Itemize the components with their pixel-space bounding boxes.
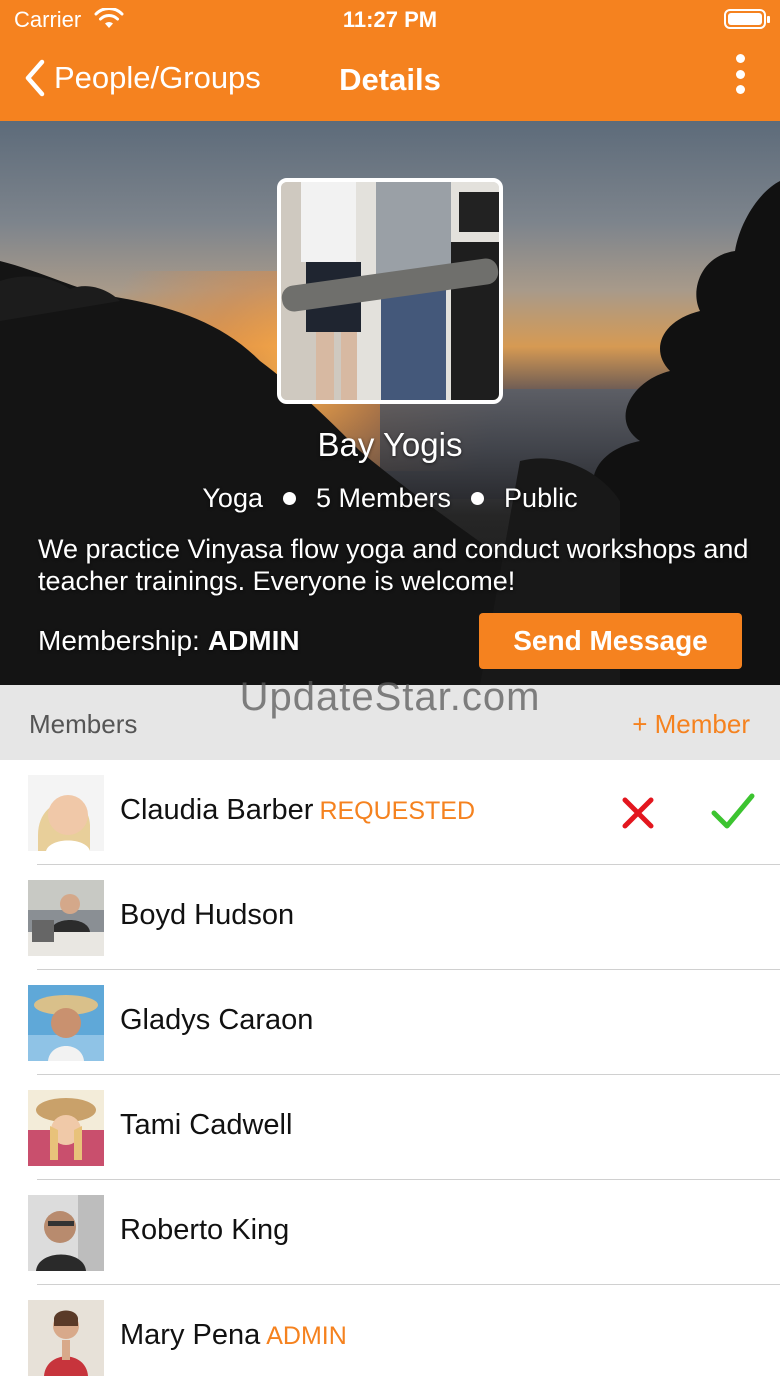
avatar <box>28 1300 104 1376</box>
x-icon[interactable] <box>620 795 656 831</box>
status-time: 11:27 PM <box>342 7 438 32</box>
battery-icon <box>724 9 770 29</box>
chevron-left-icon <box>25 59 45 97</box>
avatar <box>28 880 104 956</box>
member-name: Gladys Caraon <box>120 1004 314 1036</box>
more-vertical-icon[interactable] <box>732 54 748 94</box>
avatar <box>28 1195 104 1271</box>
bullet-separator <box>471 492 485 505</box>
admin-badge: ADMIN <box>266 1322 347 1350</box>
avatar <box>28 1090 104 1166</box>
member-row[interactable]: Gladys Caraon <box>0 970 780 1075</box>
member-name: Boyd Hudson <box>120 899 295 931</box>
member-name: Tami Cadwell <box>120 1109 293 1141</box>
group-name: Bay Yogis <box>317 426 463 463</box>
avatar <box>28 775 104 851</box>
group-hero: Bay Yogis Yoga 5 Members Public We pract… <box>0 121 780 685</box>
group-member-count: 5 Members <box>316 483 452 513</box>
status-bar: Carrier 11:27 PM <box>0 0 780 40</box>
back-label: People/Groups <box>54 60 261 95</box>
group-meta: Yoga 5 Members Public <box>0 483 780 514</box>
group-description: We practice Vinyasa flow yoga and conduc… <box>38 534 749 596</box>
member-row[interactable]: Claudia Barber REQUESTED <box>0 760 780 865</box>
navigation-bar: People/Groups Details <box>0 40 780 121</box>
send-message-button[interactable]: Send Message <box>479 613 742 669</box>
group-photo[interactable] <box>277 178 503 404</box>
member-name: Claudia Barber REQUESTED <box>120 794 476 826</box>
member-row[interactable]: Boyd Hudson <box>0 865 780 970</box>
member-row[interactable]: Tami Cadwell <box>0 1075 780 1180</box>
membership-label: Membership: <box>38 625 200 656</box>
avatar <box>28 985 104 1061</box>
group-visibility: Public <box>504 483 578 513</box>
add-member-button[interactable]: + Member <box>632 709 750 740</box>
group-category: Yoga <box>202 483 263 513</box>
members-section-header: Members + Member <box>0 685 780 760</box>
back-button[interactable]: People/Groups <box>22 58 261 98</box>
group-photo-image <box>281 182 499 400</box>
members-title: Members <box>29 709 138 739</box>
membership-role: ADMIN <box>207 625 300 656</box>
member-name: Mary Pena ADMIN <box>120 1319 347 1351</box>
member-row[interactable]: Roberto King <box>0 1180 780 1285</box>
member-name: Roberto King <box>120 1214 290 1246</box>
member-row[interactable]: Mary Pena ADMIN <box>0 1285 780 1387</box>
check-icon[interactable] <box>710 791 756 831</box>
bullet-separator <box>283 492 296 505</box>
membership-status: Membership: ADMIN <box>38 625 300 657</box>
requested-badge: REQUESTED <box>319 797 476 825</box>
top-bar: Carrier 11:27 PM People/Groups Details <box>0 0 780 121</box>
